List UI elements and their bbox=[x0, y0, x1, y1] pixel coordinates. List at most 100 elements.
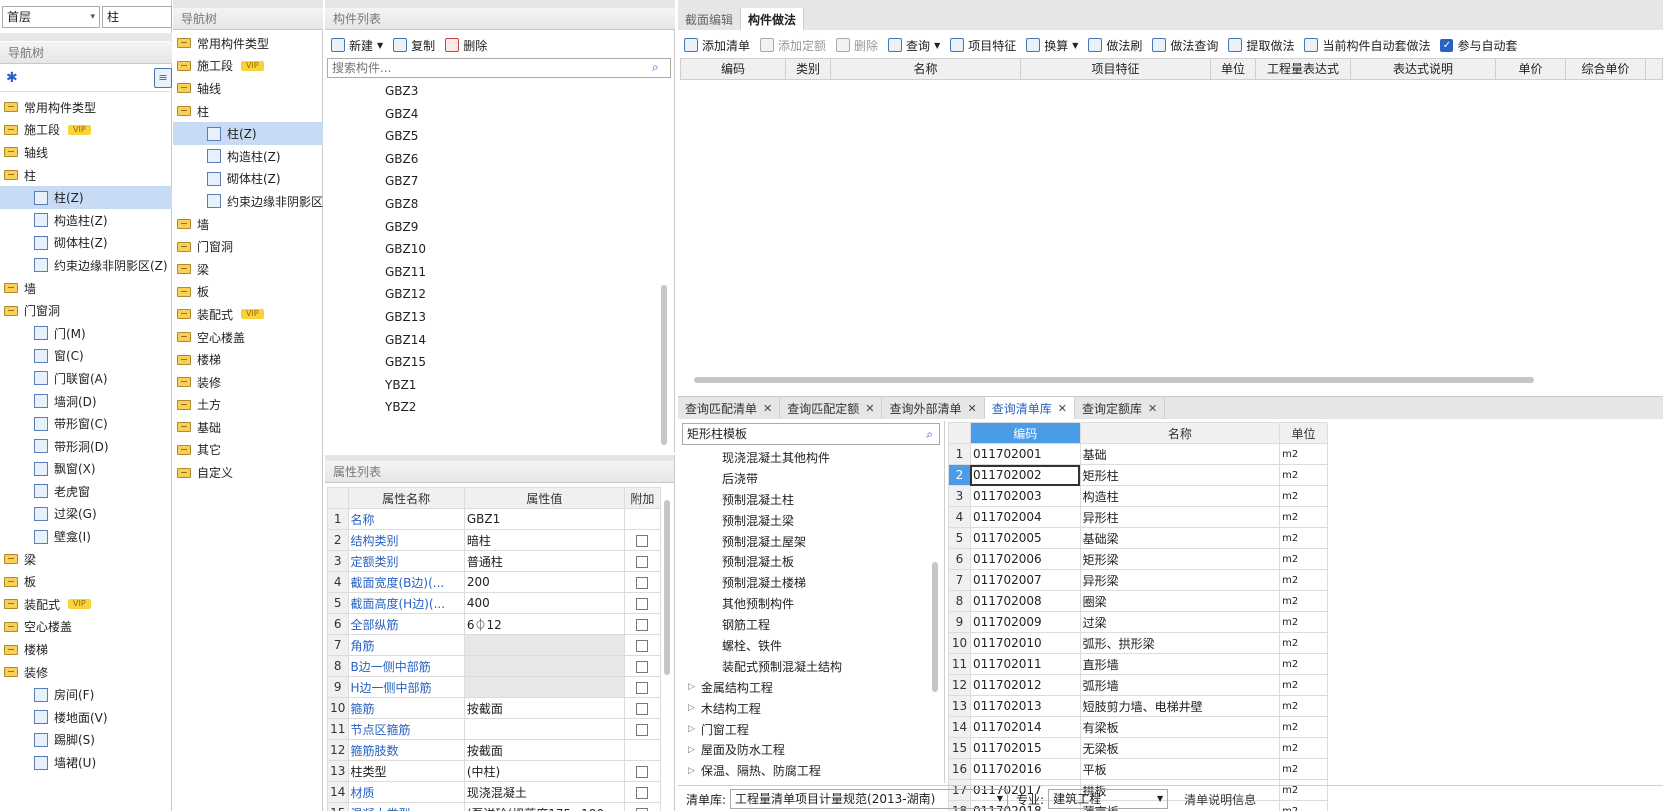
nav-item[interactable]: 空心楼盖 bbox=[173, 326, 323, 349]
component-type-select[interactable]: 柱 bbox=[102, 6, 172, 28]
checkbox[interactable] bbox=[636, 639, 649, 652]
lib-row[interactable]: 3 011702003 构造柱 m2 bbox=[948, 485, 1328, 507]
nav-item[interactable]: 构造柱(Z) bbox=[173, 145, 323, 168]
lib-row-name[interactable]: 过梁 bbox=[1079, 611, 1281, 633]
lib-row-name[interactable]: 矩形梁 bbox=[1079, 548, 1281, 570]
nav-item[interactable]: 空心楼盖 bbox=[0, 616, 172, 639]
property-value[interactable]: 暗柱 bbox=[463, 529, 625, 551]
lib-tree-item[interactable]: 后浇带 bbox=[682, 468, 932, 489]
component-item[interactable]: GBZ10 bbox=[325, 238, 665, 261]
nav-item[interactable]: 柱 bbox=[173, 100, 323, 123]
checkbox[interactable] bbox=[636, 702, 649, 715]
property-row[interactable]: 15混凝土类型(泵送砼(坍落度175~190 bbox=[327, 802, 662, 811]
nav-item[interactable]: 柱(Z) bbox=[0, 186, 172, 209]
nav-item[interactable]: 常用构件类型 bbox=[0, 96, 172, 119]
property-value[interactable]: 现浇混凝土 bbox=[463, 781, 625, 803]
lib-row[interactable]: 15 011702015 无梁板 m2 bbox=[948, 737, 1328, 759]
property-value[interactable] bbox=[463, 718, 625, 740]
nav-item[interactable]: 带形洞(D) bbox=[0, 435, 172, 458]
expand-arrow-icon[interactable]: ▷ bbox=[688, 766, 695, 776]
property-value[interactable]: 200 bbox=[463, 571, 625, 593]
property-value[interactable]: (中柱) bbox=[463, 760, 625, 782]
component-item[interactable]: GBZ7 bbox=[325, 170, 665, 193]
checkbox[interactable] bbox=[636, 534, 649, 547]
add-list-button[interactable]: 添加清单 bbox=[684, 37, 750, 54]
horizontal-scrollbar[interactable] bbox=[694, 377, 1534, 383]
lib-tree-item[interactable]: 预制混凝土柱 bbox=[682, 489, 932, 510]
property-value[interactable]: 按截面 bbox=[463, 697, 625, 719]
component-item[interactable]: GBZ3 bbox=[325, 80, 665, 103]
spec-select[interactable]: 建筑工程 ▼ bbox=[1048, 789, 1169, 809]
copy-button[interactable]: 复制 bbox=[393, 37, 435, 54]
expand-arrow-icon[interactable]: ▷ bbox=[688, 682, 695, 692]
lib-row[interactable]: 10 011702010 弧形、拱形梁 m2 bbox=[948, 632, 1328, 654]
nav-item[interactable]: 装配式 VIP bbox=[0, 593, 172, 616]
auto-apply-button[interactable]: 当前构件自动套做法 bbox=[1304, 37, 1430, 54]
lib-row-name[interactable]: 弧形墙 bbox=[1079, 674, 1281, 696]
component-item[interactable]: GBZ12 bbox=[325, 283, 665, 306]
nav-item[interactable]: 窗(C) bbox=[0, 345, 172, 368]
nav-item[interactable]: 梁 bbox=[173, 258, 323, 281]
lib-tree-item[interactable]: ▷ 金属结构工程 bbox=[682, 677, 932, 698]
lib-tree-scrollbar[interactable] bbox=[932, 562, 938, 692]
search-icon[interactable]: ⌕ bbox=[652, 60, 659, 75]
lib-row-code[interactable]: 011702016 bbox=[969, 758, 1081, 780]
nav-item[interactable]: 柱 bbox=[0, 164, 172, 187]
property-value[interactable]: GBZ1 bbox=[463, 508, 625, 530]
nav-item[interactable]: 门(M) bbox=[0, 322, 172, 345]
nav-item[interactable]: 施工段 VIP bbox=[0, 119, 172, 142]
property-row[interactable]: 4 截面宽度(B边)(... 200 bbox=[327, 571, 662, 593]
nav-item[interactable]: 墙裙(U) bbox=[0, 751, 172, 774]
component-item[interactable]: GBZ8 bbox=[325, 193, 665, 216]
close-icon[interactable]: ✕ bbox=[967, 402, 976, 415]
nav-item[interactable]: 楼梯 bbox=[173, 348, 323, 371]
properties-scrollbar[interactable] bbox=[664, 500, 670, 675]
nav-item[interactable]: 约束边缘非阴影区(Z) bbox=[0, 254, 172, 277]
close-icon[interactable]: ✕ bbox=[865, 402, 874, 415]
nav-item[interactable]: 门联窗(A) bbox=[0, 367, 172, 390]
nav-item[interactable]: 施工段 VIP bbox=[173, 55, 323, 78]
nav-item[interactable]: 梁 bbox=[0, 548, 172, 571]
nav-item[interactable]: 轴线 bbox=[173, 77, 323, 100]
nav-item[interactable]: 柱(Z) bbox=[173, 122, 323, 145]
lib-tree-item[interactable]: 预制混凝土梁 bbox=[682, 510, 932, 531]
nav-item[interactable]: 带形窗(C) bbox=[0, 412, 172, 435]
lib-tree-item[interactable]: 装配式预制混凝土结构 bbox=[682, 656, 932, 677]
property-value[interactable]: 按截面 bbox=[463, 739, 625, 761]
nav-item[interactable]: 房间(F) bbox=[0, 683, 172, 706]
lib-row-name[interactable]: 圈梁 bbox=[1079, 590, 1281, 612]
lib-tree-item[interactable]: ▷ 屋面及防水工程 bbox=[682, 739, 932, 760]
property-row[interactable]: 13 柱类型 (中柱) bbox=[327, 760, 662, 782]
close-icon[interactable]: ✕ bbox=[763, 402, 772, 415]
checkbox[interactable] bbox=[636, 660, 649, 673]
nav-item[interactable]: 踢脚(S) bbox=[0, 729, 172, 752]
lib-row-code[interactable]: 011702007 bbox=[969, 569, 1081, 591]
lib-row[interactable]: 13 011702013 短肢剪力墙、电梯井壁 m2 bbox=[948, 695, 1328, 717]
nav-item[interactable]: 装配式 VIP bbox=[173, 303, 323, 326]
lib-row-name[interactable]: 有梁板 bbox=[1079, 716, 1281, 738]
nav-item[interactable]: 基础 bbox=[173, 416, 323, 439]
query-button[interactable]: 查询 ▼ bbox=[888, 37, 940, 54]
property-value[interactable]: 6⏀12 bbox=[463, 613, 625, 635]
lib-row-name[interactable]: 短肢剪力墙、电梯井壁 bbox=[1079, 695, 1281, 717]
property-row[interactable]: 5 截面高度(H边)(... 400 bbox=[327, 592, 662, 614]
lib-row-code[interactable]: 011702014 bbox=[969, 716, 1081, 738]
nav-item[interactable]: 墙 bbox=[0, 277, 172, 300]
component-item[interactable]: GBZ9 bbox=[325, 216, 665, 239]
nav-item[interactable]: 墙洞(D) bbox=[0, 390, 172, 413]
component-item[interactable]: GBZ4 bbox=[325, 103, 665, 126]
nav-item[interactable]: 楼地面(V) bbox=[0, 706, 172, 729]
property-row[interactable]: 2 结构类别 暗柱 bbox=[327, 529, 662, 551]
method-tab[interactable]: 构件做法 bbox=[741, 8, 805, 30]
nav-item[interactable]: 构造柱(Z) bbox=[0, 209, 172, 232]
nav-item[interactable]: 其它 bbox=[173, 439, 323, 462]
checkbox[interactable] bbox=[636, 681, 649, 694]
lib-row[interactable]: 4 011702004 异形柱 m2 bbox=[948, 506, 1328, 528]
lib-row-name[interactable]: 弧形、拱形梁 bbox=[1079, 632, 1281, 654]
lib-row[interactable]: 11 011702011 直形墙 m2 bbox=[948, 653, 1328, 675]
component-list-scrollbar[interactable] bbox=[661, 285, 667, 445]
expand-arrow-icon[interactable]: ▷ bbox=[688, 703, 695, 713]
nav-item[interactable]: 楼梯 bbox=[0, 638, 172, 661]
add-quota-button[interactable]: 添加定额 bbox=[760, 37, 826, 54]
property-row[interactable]: 9 H边一侧中部筋 bbox=[327, 676, 662, 698]
